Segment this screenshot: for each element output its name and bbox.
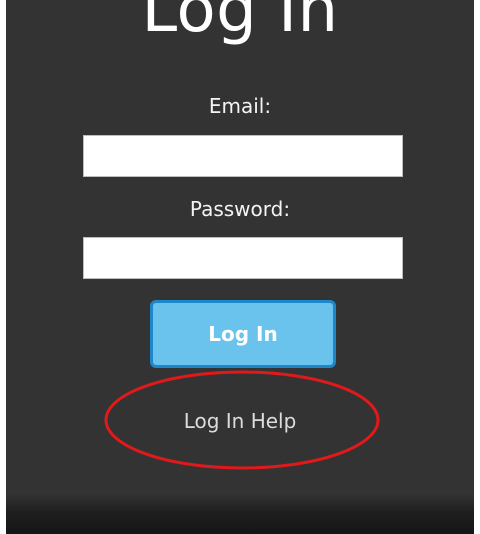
email-label: Email: [208, 94, 272, 118]
email-field[interactable] [83, 135, 403, 177]
password-field[interactable] [83, 237, 403, 279]
bottom-shade [6, 494, 474, 534]
login-panel: Log In Email: Password: Log In Log In He… [6, 0, 474, 534]
login-button[interactable]: Log In [150, 300, 336, 368]
login-help-link[interactable]: Log In Help [6, 408, 474, 434]
page-title: Log In [141, 0, 339, 47]
password-label: Password: [189, 197, 291, 221]
